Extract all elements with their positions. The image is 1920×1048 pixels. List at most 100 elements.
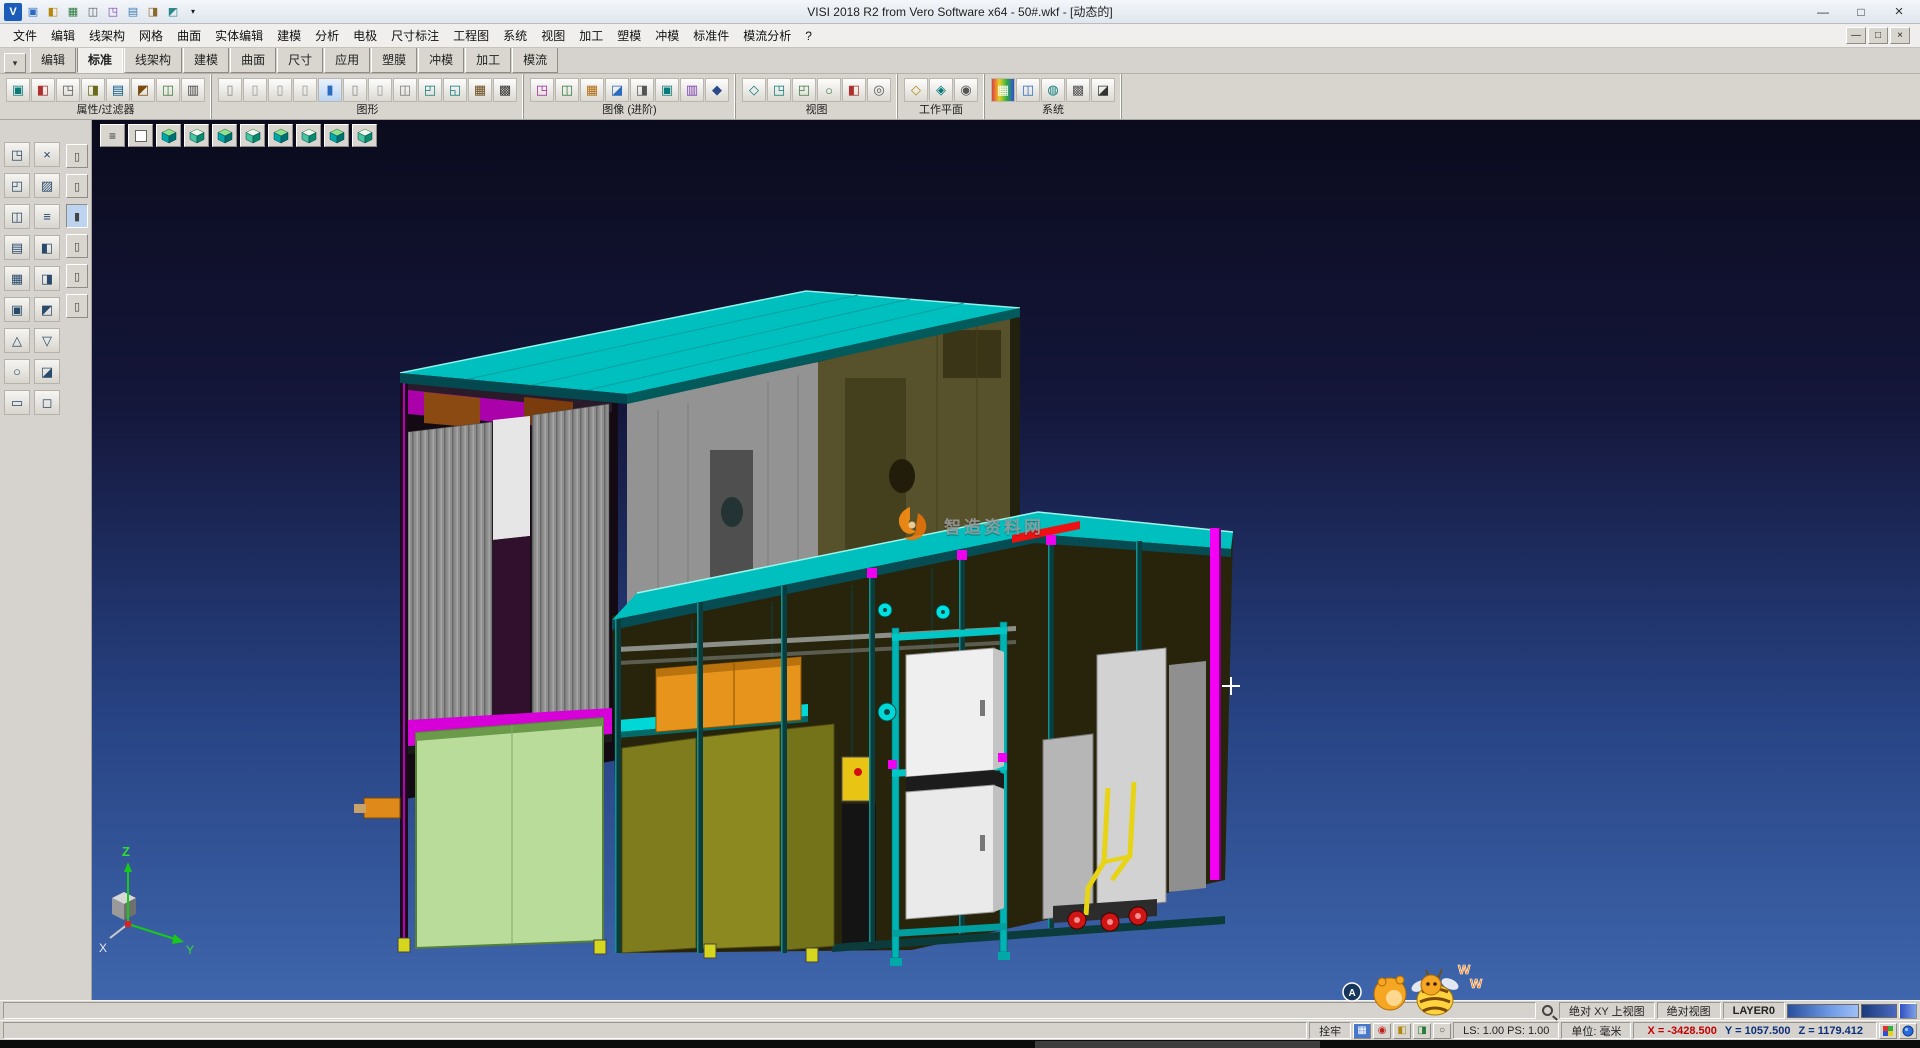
tab-die[interactable]: 冲模 xyxy=(418,47,464,73)
system-options-icon[interactable]: ◪ xyxy=(1091,78,1115,102)
zoom-all-icon[interactable]: ◇ xyxy=(742,78,766,102)
view-back-icon[interactable] xyxy=(240,124,265,147)
minimize-button[interactable]: — xyxy=(1804,0,1842,23)
menu-view[interactable]: 视图 xyxy=(534,24,572,47)
macro-tool-icon[interactable]: ▯ xyxy=(66,264,88,288)
move-tool-icon[interactable]: ▤ xyxy=(4,235,30,260)
tab-surface[interactable]: 曲面 xyxy=(230,47,276,73)
corner-tool-icon[interactable]: ◪ xyxy=(34,359,60,384)
tab-edit[interactable]: 编辑 xyxy=(30,47,76,73)
rotate-view-icon[interactable]: ○ xyxy=(817,78,841,102)
tab-machining[interactable]: 加工 xyxy=(465,47,511,73)
previous-view-icon[interactable]: ◧ xyxy=(842,78,866,102)
menu-analysis[interactable]: 分析 xyxy=(308,24,346,47)
tab-wireframe[interactable]: 线架构 xyxy=(124,47,182,73)
hidden-line-icon[interactable]: ▯ xyxy=(268,78,292,102)
trim-tool-icon[interactable]: ◰ xyxy=(4,173,30,198)
mesh-tool-icon[interactable]: ▦ xyxy=(4,266,30,291)
snapshot-icon[interactable]: ◫ xyxy=(555,78,579,102)
quickaccess-dropdown-icon[interactable]: ▾ xyxy=(184,3,202,21)
palette-icon[interactable]: ▦ xyxy=(991,78,1015,102)
pin-tool-icon[interactable]: ▯ xyxy=(66,294,88,318)
status-view-orientation[interactable]: 绝对 XY 上视图 xyxy=(1559,1002,1655,1019)
menu-flow-analysis[interactable]: 模流分析 xyxy=(736,24,798,47)
menu-file[interactable]: 文件 xyxy=(6,24,44,47)
menu-wireframe[interactable]: 线架构 xyxy=(82,24,132,47)
menu-dimension[interactable]: 尺寸标注 xyxy=(384,24,446,47)
menu-mesh[interactable]: 网格 xyxy=(132,24,170,47)
view-right-icon[interactable] xyxy=(296,124,321,147)
menu-drawing[interactable]: 工程图 xyxy=(446,24,496,47)
tabbar-dropdown-icon[interactable]: ▾ xyxy=(4,53,26,73)
layer-filter-icon[interactable]: ◳ xyxy=(56,78,80,102)
element-filter-icon[interactable]: ◨ xyxy=(81,78,105,102)
history-tool-icon[interactable]: ▯ xyxy=(66,234,88,258)
tools-icon[interactable]: ◨ xyxy=(144,3,162,21)
gallery-icon[interactable]: ▦ xyxy=(580,78,604,102)
section-icon[interactable]: ◫ xyxy=(393,78,417,102)
clip-range-bar[interactable] xyxy=(1861,1004,1897,1018)
active-mode-icon[interactable]: ▮ xyxy=(66,204,88,228)
view-list-icon[interactable]: ≡ xyxy=(100,124,125,147)
select-tool-icon[interactable]: ◳ xyxy=(4,142,30,167)
workplane-edit-icon[interactable]: ◉ xyxy=(954,78,978,102)
os-taskbar-edge[interactable] xyxy=(0,1040,1920,1048)
circle-tool-icon[interactable]: ○ xyxy=(4,359,30,384)
menu-standard-parts[interactable]: 标准件 xyxy=(686,24,736,47)
transparency-icon[interactable]: ▯ xyxy=(368,78,392,102)
view-plain-icon[interactable] xyxy=(128,124,153,147)
menu-mold[interactable]: 塑模 xyxy=(610,24,648,47)
save-icon[interactable]: ▦ xyxy=(64,3,82,21)
view-bottom-icon[interactable] xyxy=(324,124,349,147)
display-settings-icon[interactable]: ◫ xyxy=(1016,78,1040,102)
shaded-view-icon[interactable]: ▯ xyxy=(218,78,242,102)
clipboard-tool-icon[interactable]: ▯ xyxy=(66,144,88,168)
undo-icon[interactable]: ◳ xyxy=(104,3,122,21)
plane-tool-icon[interactable]: ▭ xyxy=(4,390,30,415)
filter-settings-icon[interactable]: ▥ xyxy=(181,78,205,102)
close-button[interactable]: × xyxy=(1880,0,1918,23)
angle-tool-icon[interactable]: △ xyxy=(4,328,30,353)
status-view-mode[interactable]: 绝对视图 xyxy=(1657,1002,1721,1019)
open-file-icon[interactable]: ◧ xyxy=(44,3,62,21)
taper-tool-icon[interactable]: ▽ xyxy=(34,328,60,353)
mirror-tool-icon[interactable]: ◫ xyxy=(4,204,30,229)
menu-solid-edit[interactable]: 实体编辑 xyxy=(208,24,270,47)
color-filter-icon[interactable]: ◧ xyxy=(31,78,55,102)
print-icon[interactable]: ◫ xyxy=(84,3,102,21)
tab-application[interactable]: 应用 xyxy=(324,47,370,73)
capture-icon[interactable]: ◳ xyxy=(530,78,554,102)
shadow-icon[interactable]: ◱ xyxy=(443,78,467,102)
maximize-button[interactable]: □ xyxy=(1842,0,1880,23)
background-icon[interactable]: ▩ xyxy=(493,78,517,102)
workplane-align-icon[interactable]: ◈ xyxy=(929,78,953,102)
export-image-icon[interactable]: ▥ xyxy=(680,78,704,102)
visibility-icon[interactable]: ◫ xyxy=(156,78,180,102)
menu-system[interactable]: 系统 xyxy=(496,24,534,47)
material-icon[interactable]: ▦ xyxy=(468,78,492,102)
notes-tool-icon[interactable]: ▯ xyxy=(66,174,88,198)
mask-icon[interactable]: ▤ xyxy=(106,78,130,102)
taskbar-open-window-segment[interactable] xyxy=(1035,1041,1320,1048)
view-top-icon[interactable] xyxy=(184,124,209,147)
tab-standard[interactable]: 标准 xyxy=(77,47,123,73)
menu-surface[interactable]: 曲面 xyxy=(170,24,208,47)
color-swatch-icon[interactable] xyxy=(1899,1003,1917,1019)
edge-display-icon[interactable]: ◰ xyxy=(418,78,442,102)
view-iso-icon[interactable] xyxy=(156,124,181,147)
dynamic-view-icon[interactable]: ◎ xyxy=(867,78,891,102)
compare-icon[interactable]: ◨ xyxy=(630,78,654,102)
view-axo-icon[interactable] xyxy=(352,124,377,147)
tab-flow[interactable]: 模流 xyxy=(512,47,558,73)
wire-view-icon[interactable]: ▯ xyxy=(243,78,267,102)
menu-modeling[interactable]: 建模 xyxy=(270,24,308,47)
menu-machining[interactable]: 加工 xyxy=(572,24,610,47)
split-tool-icon[interactable]: ◧ xyxy=(34,235,60,260)
app-logo-icon[interactable]: V xyxy=(4,3,22,21)
globe-icon[interactable]: ◍ xyxy=(1041,78,1065,102)
mdi-restore-button[interactable]: □ xyxy=(1868,27,1888,44)
menu-electrode[interactable]: 电极 xyxy=(346,24,384,47)
help-icon[interactable]: ◩ xyxy=(164,3,182,21)
mask-tool-icon[interactable]: ◩ xyxy=(34,297,60,322)
menu-help[interactable]: ? xyxy=(798,26,819,46)
